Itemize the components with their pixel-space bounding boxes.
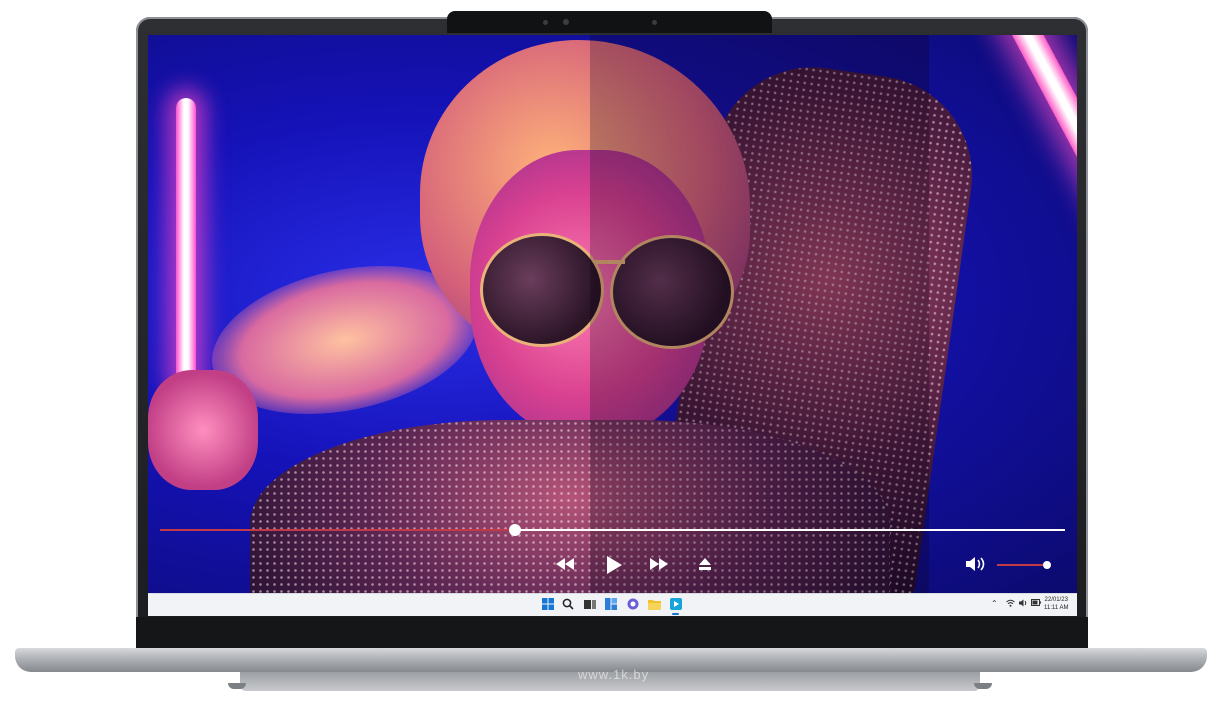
volume-handle[interactable] bbox=[1043, 561, 1051, 569]
video-screen[interactable] bbox=[148, 35, 1077, 615]
taskbar-clock[interactable]: 22/01/23 11:11 AM bbox=[1044, 596, 1068, 612]
volume-slider[interactable] bbox=[997, 561, 1051, 569]
clock-date: 22/01/23 bbox=[1044, 597, 1068, 603]
widgets-icon[interactable] bbox=[604, 598, 617, 611]
speaker-icon bbox=[966, 557, 985, 571]
camera-icon bbox=[563, 19, 569, 25]
seek-bar[interactable] bbox=[160, 524, 1065, 536]
watermark: www.1k.by bbox=[578, 667, 650, 682]
battery-icon[interactable] bbox=[1031, 599, 1041, 608]
rewind-button[interactable] bbox=[556, 558, 574, 573]
task-view-icon[interactable] bbox=[583, 598, 596, 611]
seek-handle[interactable] bbox=[508, 524, 521, 536]
clock-time: 11:11 AM bbox=[1044, 605, 1069, 611]
active-app-indicator bbox=[672, 613, 679, 615]
neon-light-right bbox=[1004, 35, 1077, 277]
sensor-icon bbox=[543, 20, 548, 25]
file-explorer-icon[interactable] bbox=[648, 598, 661, 611]
play-icon bbox=[607, 556, 622, 574]
search-icon[interactable] bbox=[561, 598, 574, 611]
rewind-icon bbox=[556, 558, 574, 570]
neon-light-left bbox=[176, 98, 196, 388]
eject-icon bbox=[699, 558, 711, 570]
windows-start-icon[interactable] bbox=[541, 598, 554, 611]
eject-button[interactable] bbox=[699, 558, 711, 573]
taskbar: ⌃ 22/01/23 11:11 AM bbox=[148, 593, 1077, 616]
comparison-overlay bbox=[590, 35, 929, 615]
sensor-icon bbox=[652, 20, 657, 25]
volume-icon[interactable] bbox=[1019, 599, 1028, 609]
sunglasses-lens-left bbox=[480, 233, 604, 347]
seek-progress bbox=[160, 529, 515, 531]
camera-notch bbox=[447, 11, 772, 33]
play-button[interactable] bbox=[606, 556, 622, 577]
chat-icon[interactable] bbox=[626, 598, 639, 611]
bottom-bezel bbox=[136, 617, 1088, 649]
fast-forward-icon bbox=[650, 558, 668, 570]
laptop-foot-right bbox=[974, 683, 992, 689]
fast-forward-button[interactable] bbox=[650, 558, 668, 573]
volume-button[interactable] bbox=[966, 557, 986, 574]
media-player-icon[interactable] bbox=[669, 598, 682, 615]
wifi-icon[interactable] bbox=[1006, 599, 1015, 609]
hand bbox=[148, 370, 258, 490]
chevron-up-icon[interactable]: ⌃ bbox=[991, 599, 998, 608]
